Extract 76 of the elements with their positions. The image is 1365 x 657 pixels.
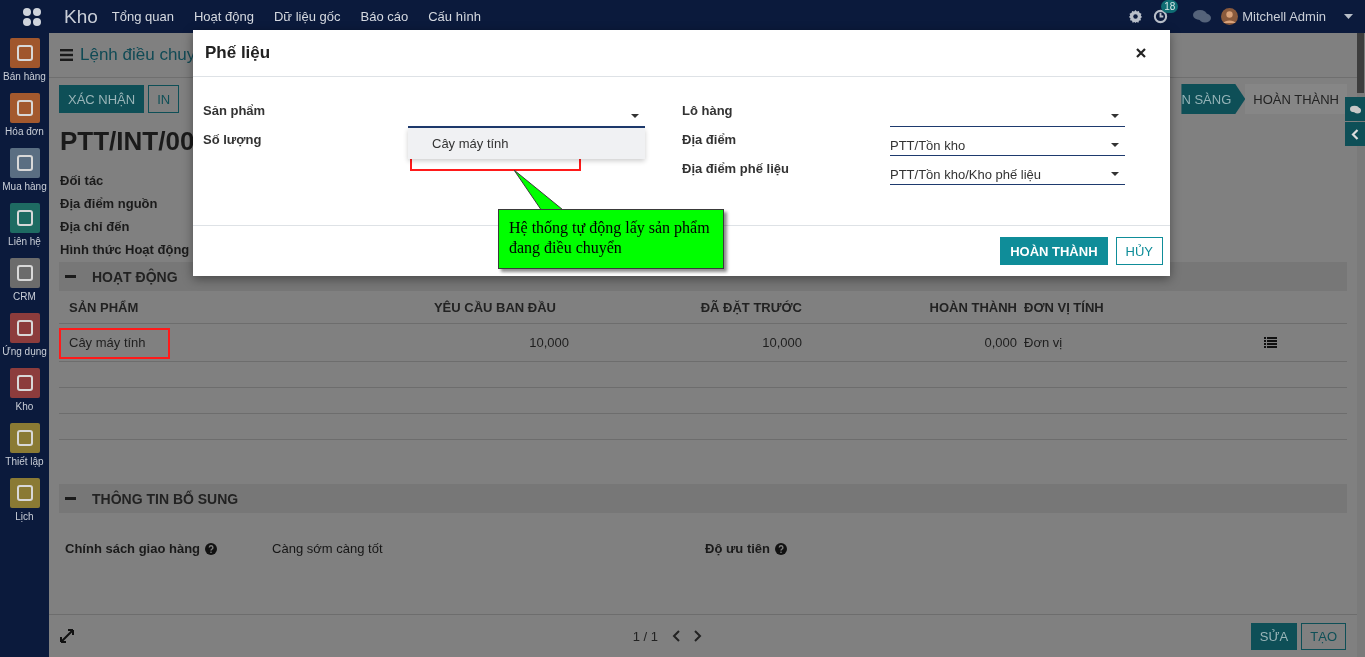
next-icon[interactable]: [694, 630, 703, 642]
avatar-icon: [1221, 8, 1239, 25]
user-menu[interactable]: Mitchell Admin: [1242, 9, 1326, 24]
chat-icon: [1349, 104, 1361, 114]
app-name: Kho: [64, 5, 98, 28]
caret-icon: [1111, 143, 1119, 147]
field-label: Độ ưu tiên: [705, 541, 771, 556]
pager: 1 / 1: [632, 628, 659, 644]
apps-menu-icon[interactable]: [22, 6, 42, 27]
menu-item[interactable]: Tổng quan: [111, 9, 174, 24]
sidebar-item[interactable]: Bán hàng: [0, 38, 49, 93]
column-header: HOÀN THÀNH: [928, 299, 1017, 315]
chat-icon[interactable]: [1193, 9, 1212, 24]
collapse-icon: [65, 275, 76, 278]
column-header: ĐÃ ĐẶT TRƯỚC: [699, 299, 802, 315]
menu-item[interactable]: Hoạt động: [194, 9, 254, 24]
help-icon[interactable]: [205, 542, 218, 555]
chevron-left-icon: [1351, 128, 1359, 140]
menu-item[interactable]: Báo cáo: [360, 9, 409, 24]
collapse-tab[interactable]: [1345, 122, 1365, 146]
notification-count: 18: [1161, 0, 1179, 13]
sidebar-item[interactable]: Lịch: [0, 478, 49, 533]
sidebar-item[interactable]: Mua hàng: [0, 148, 49, 203]
field-label: Hình thức Hoạt động: [60, 241, 190, 258]
field-label: Đối tác: [60, 172, 104, 189]
menu-item[interactable]: Dữ liệu gốc: [274, 9, 341, 24]
detail-list-icon[interactable]: [1264, 337, 1277, 348]
field-label: Sản phẩm: [203, 103, 267, 118]
close-icon[interactable]: [1136, 48, 1146, 58]
previous-icon[interactable]: [672, 630, 681, 642]
column-header: SẢN PHẨM: [68, 299, 140, 315]
chat-tab[interactable]: [1345, 97, 1365, 121]
select-field[interactable]: PTT/Tồn kho/Kho phế liệu: [890, 164, 1125, 185]
section-header[interactable]: THÔNG TIN BỔ SUNG: [59, 484, 1347, 513]
field-label: Lô hàng: [682, 103, 734, 118]
dialog-button[interactable]: HOÀN THÀNH: [1000, 237, 1108, 265]
clock-icon[interactable]: [1153, 9, 1169, 24]
sidebar-item[interactable]: CRM: [0, 258, 49, 313]
field-label: Địa điểm phế liệu: [682, 161, 790, 176]
caret-icon: [631, 114, 639, 118]
field-label: Địa chỉ đến: [60, 218, 130, 235]
table-cell-text: 0,000: [983, 335, 1017, 350]
field-label: Địa điểm nguồn: [60, 195, 158, 212]
caret-icon: [1111, 114, 1119, 118]
scrollbar[interactable]: [1357, 33, 1364, 93]
help-icon[interactable]: [775, 542, 788, 555]
menu-icon[interactable]: [60, 49, 73, 61]
column-header: YÊU CẦU BAN ĐẦU: [432, 299, 557, 315]
dialog-title: Phế liệu: [205, 43, 271, 63]
table-cell-text: 10,000: [528, 335, 569, 350]
status-step[interactable]: HOÀN THÀNH: [1245, 84, 1347, 114]
sidebar-item[interactable]: Hóa đơn: [0, 93, 49, 148]
table-cell-text: Đơn vị: [1023, 335, 1064, 350]
sidebar-item[interactable]: Thiết lập: [0, 423, 49, 478]
menu-item[interactable]: Cấu hình: [428, 9, 481, 24]
action-button[interactable]: XÁC NHẬN: [59, 85, 145, 113]
expand-icon[interactable]: [60, 629, 74, 643]
sidebar-item[interactable]: Ứng dụng: [0, 313, 49, 368]
sidebar-item[interactable]: Liên hệ: [0, 203, 49, 258]
sidebar-item[interactable]: Kho: [0, 368, 49, 423]
column-header: ĐƠN VỊ TÍNH: [1023, 299, 1105, 315]
table-cell-text: 10,000: [761, 335, 802, 350]
settings-icon[interactable]: [1128, 9, 1144, 24]
select-field[interactable]: PTT/Tồn kho: [890, 135, 1125, 156]
caret-icon: [1111, 172, 1119, 176]
dialog-button[interactable]: HỦY: [1115, 237, 1163, 265]
caret-icon[interactable]: [1344, 14, 1353, 19]
record-title: PTT/INT/00: [60, 126, 195, 158]
status-step[interactable]: N SÀNG: [1181, 84, 1246, 114]
collapse-icon: [65, 497, 76, 500]
field-label: Địa điểm: [682, 132, 738, 147]
table-cell-text: Cây máy tính: [68, 335, 147, 350]
field-label: Chính sách giao hàng: [65, 541, 201, 556]
footer-button[interactable]: SỬA: [1250, 622, 1298, 650]
dropdown-option[interactable]: Cây máy tính: [408, 128, 645, 159]
field-label: Số lượng: [203, 132, 263, 147]
